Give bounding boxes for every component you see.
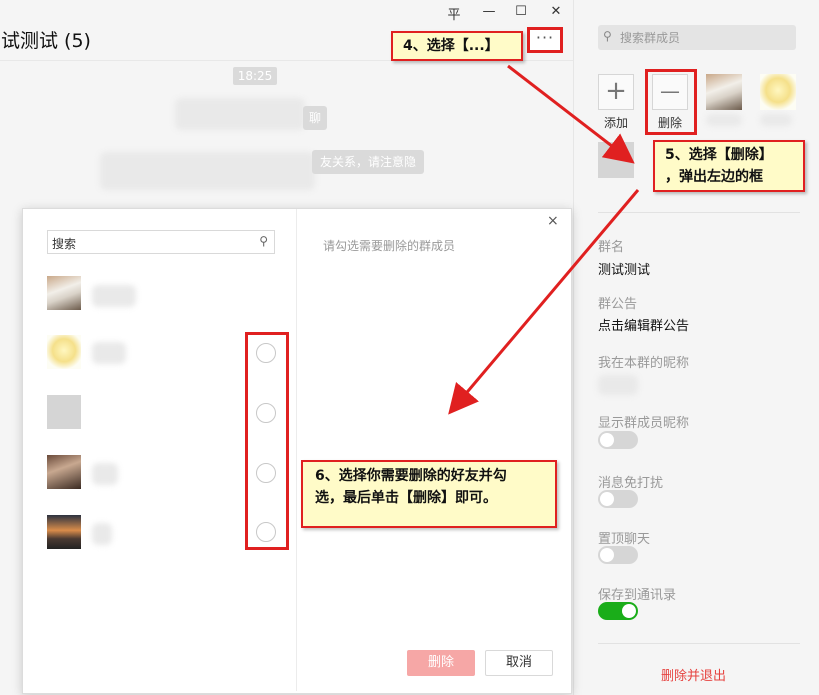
annotation-step4: 4、选择【...】 xyxy=(391,31,523,61)
arrow-step5-to-dialog xyxy=(448,189,640,415)
annotation-step5: 5、选择【删除】 ，弹出左边的框 xyxy=(653,140,805,192)
annotation-step5-line1: 5、选择【删除】 xyxy=(665,147,773,163)
annotation-arrows xyxy=(448,64,640,415)
annotation-step6-line1: 6、选择你需要删除的好友并勾 xyxy=(315,468,507,484)
annotation-step5-line2: ，弹出左边的框 xyxy=(665,169,763,185)
annotation-step6-line2: 选，最后单击【删除】即可。 xyxy=(315,490,497,506)
annotation-step6: 6、选择你需要删除的好友并勾 选，最后单击【删除】即可。 xyxy=(301,460,557,528)
arrow-step4-to-step5 xyxy=(507,64,635,164)
